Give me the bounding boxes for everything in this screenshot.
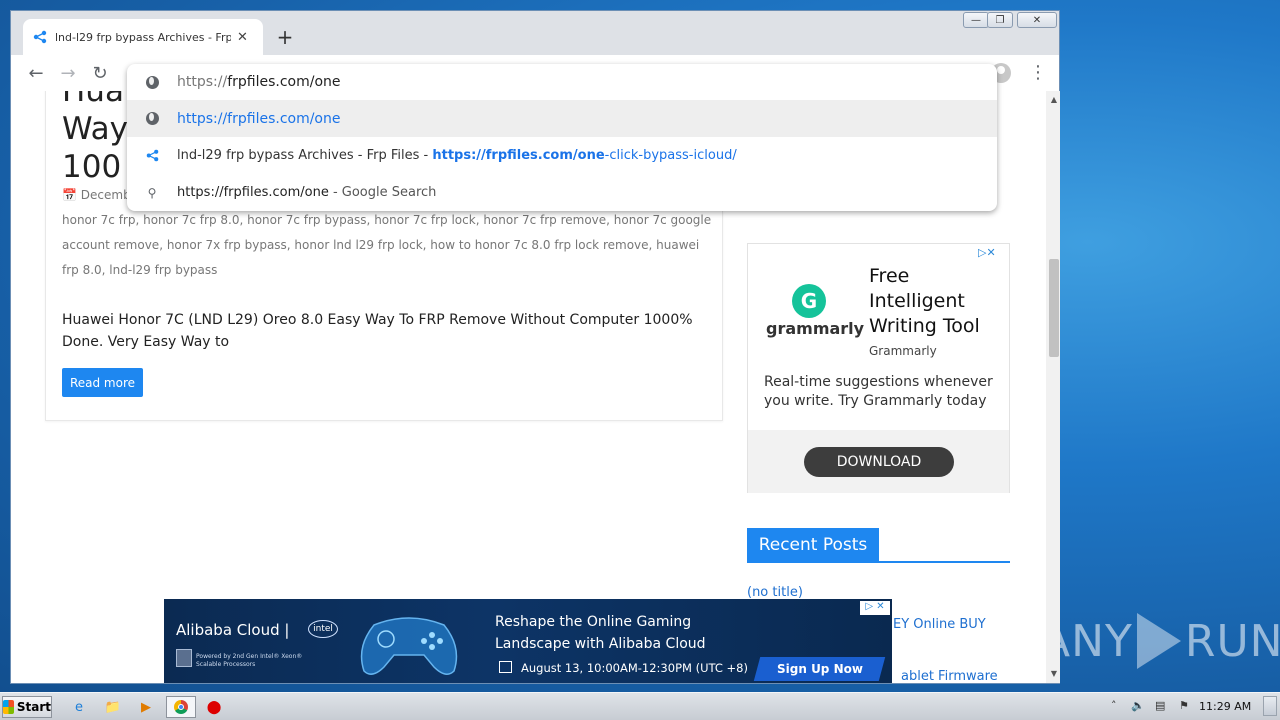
read-more-button[interactable]: Read more	[62, 368, 143, 397]
search-query: https://frpfiles.com/one	[177, 185, 329, 200]
grammarly-logo-icon: G	[792, 284, 826, 318]
search-suffix: - Google Search	[328, 185, 437, 200]
minimize-button[interactable]: —	[963, 12, 989, 28]
omnibox-suggestion[interactable]: https://frpfiles.com/one	[127, 100, 997, 137]
suggestion-history: lnd-l29 frp bypass Archives - Frp Files …	[177, 148, 737, 163]
gamepad-icon	[360, 617, 458, 675]
taskbar: Start e 📁 ▶ ⬤ ˄ 🔈 ▤ ⚑ 11:29 AM	[0, 692, 1280, 720]
article-excerpt: Huawei Honor 7C (LND L29) Oreo 8.0 Easy …	[62, 312, 693, 350]
address-bar[interactable]: https://frpfiles.com/one	[127, 64, 997, 100]
anyrun-watermark: ANY RUN	[1040, 606, 1280, 676]
start-label: Start	[16, 700, 51, 714]
adchoices-icon[interactable]: ▷ ✕	[860, 601, 890, 615]
share-icon	[33, 30, 47, 44]
start-button[interactable]: Start	[2, 696, 52, 718]
show-desktop-button[interactable]	[1263, 696, 1277, 716]
clock[interactable]: 11:29 AM	[1199, 700, 1251, 713]
event-date: August 13, 10:00AM-12:30PM (UTC +8)	[521, 661, 748, 675]
reload-icon[interactable]: ↻	[88, 61, 112, 85]
share-icon	[145, 149, 159, 163]
suggestion-url: https://frpfiles.com/one	[177, 110, 341, 127]
chrome-taskbar-icon[interactable]	[166, 696, 196, 718]
play-icon	[1136, 613, 1181, 669]
tab-active[interactable]: lnd-l29 frp bypass Archives - Frp File ✕	[23, 19, 263, 55]
close-window-button[interactable]: ✕	[1017, 12, 1057, 28]
maximize-button[interactable]: ❐	[987, 12, 1013, 28]
internet-explorer-icon[interactable]: e	[68, 697, 90, 717]
grammarly-ad[interactable]: ▷✕ G grammarly Free Intelligent Writing …	[747, 243, 1010, 493]
download-button[interactable]: DOWNLOAD	[804, 447, 954, 477]
recent-posts-title: Recent Posts	[747, 528, 879, 561]
suggestion-url-rest: -click-bypass-icloud/	[604, 148, 737, 163]
ad-body: Real-time suggestions whenever you write…	[764, 374, 993, 409]
new-tab-button[interactable]: +	[273, 25, 297, 49]
sign-up-label: Sign Up Now	[776, 662, 863, 676]
ad-subtext: Powered by 2nd Gen Intel® Xeon® Scalable…	[196, 653, 303, 668]
adchoices-icon[interactable]: ▷✕	[978, 246, 996, 259]
suggestion-search: https://frpfiles.com/one - Google Search	[177, 185, 436, 200]
recent-post-link[interactable]: (no title)	[747, 585, 803, 600]
intel-logo: intel	[308, 620, 338, 638]
file-explorer-icon[interactable]: 📁	[102, 697, 124, 717]
suggestion-title: lnd-l29 frp bypass Archives - Frp Files …	[177, 148, 433, 163]
recent-post-link[interactable]: ablet Firmware	[901, 669, 998, 683]
browser-window: lnd-l29 frp bypass Archives - Frp File ✕…	[10, 10, 1060, 684]
recent-post-link[interactable]: EY Online BUY	[893, 617, 986, 632]
address-host: frpfiles.com/one	[227, 74, 341, 90]
scroll-thumb[interactable]	[1049, 259, 1059, 357]
omnibox-suggestion[interactable]: lnd-l29 frp bypass Archives - Frp Files …	[127, 137, 997, 174]
omnibox-dropdown: https://frpfiles.com/one https://frpfile…	[127, 64, 997, 211]
omnibox-suggestion[interactable]: ⚲ https://frpfiles.com/one - Google Sear…	[127, 174, 997, 211]
tab-close-icon[interactable]: ✕	[237, 30, 248, 45]
scroll-up-icon[interactable]: ▲	[1049, 95, 1059, 104]
ad-advertiser: Grammarly	[869, 344, 937, 358]
xeon-chip-icon	[176, 649, 192, 667]
ad-headline: Reshape the Online Gaming Landscape with…	[495, 614, 706, 652]
suggestion-url-match: https://frpfiles.com/one	[432, 148, 605, 163]
media-player-icon[interactable]: ▶	[135, 697, 157, 717]
alibaba-cloud-ad[interactable]: Alibaba Cloud | intel Powered by 2nd Gen…	[164, 599, 892, 683]
search-icon: ⚲	[147, 185, 157, 200]
scrollbar[interactable]: ▲ ▼	[1046, 91, 1060, 683]
windows-logo-icon	[3, 700, 14, 714]
menu-dots-icon[interactable]: ⋮	[1029, 61, 1047, 85]
back-arrow-icon[interactable]: ←	[24, 61, 48, 85]
tab-strip: lnd-l29 frp bypass Archives - Frp File ✕…	[11, 11, 1059, 55]
globe-icon	[145, 75, 159, 89]
globe-icon	[145, 112, 159, 126]
calendar-icon: 📅	[62, 188, 77, 202]
alibaba-cloud-logo: Alibaba Cloud |	[176, 621, 290, 639]
address-input[interactable]: https://frpfiles.com/one	[177, 74, 341, 90]
recent-posts-header: Recent Posts	[747, 528, 1010, 563]
tray-expand-icon[interactable]: ˄	[1111, 699, 1117, 712]
scroll-down-icon[interactable]: ▼	[1049, 669, 1059, 678]
address-prefix: https://	[177, 74, 228, 90]
grammarly-brand: grammarly	[766, 319, 865, 338]
volume-icon[interactable]: 🔈	[1131, 699, 1145, 712]
ad-footer: DOWNLOAD	[748, 430, 1009, 493]
forward-arrow-icon[interactable]: →	[56, 61, 80, 85]
sign-up-button[interactable]: Sign Up Now	[753, 657, 886, 681]
calendar-icon	[499, 661, 512, 673]
action-center-flag-icon[interactable]: ⚑	[1179, 699, 1189, 712]
network-icon[interactable]: ▤	[1155, 699, 1165, 712]
tab-title: lnd-l29 frp bypass Archives - Frp File	[55, 30, 231, 44]
ad-headline: Free Intelligent Writing Tool	[869, 265, 980, 337]
stop-icon[interactable]: ⬤	[203, 697, 225, 717]
